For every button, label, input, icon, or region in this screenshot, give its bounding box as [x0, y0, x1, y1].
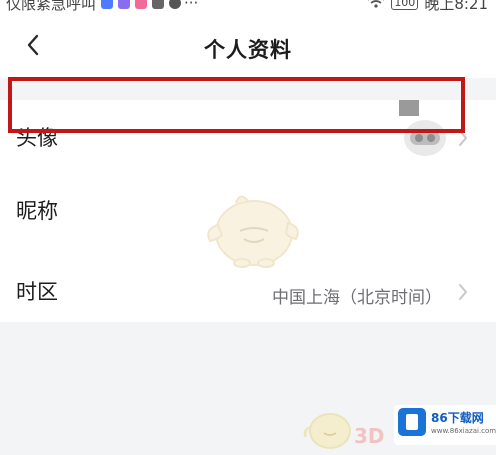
timezone-value: 中国上海（北京时间） — [272, 288, 442, 308]
status-right: 100 晚上8:21 — [367, 0, 488, 14]
emergency-call-text: 仅限紧急呼叫 — [6, 0, 97, 13]
notification-app-icon — [118, 0, 131, 9]
notification-app-icon — [135, 0, 148, 9]
wifi-icon — [367, 0, 385, 12]
notification-app-icon — [101, 0, 114, 9]
timezone-label: 时区 — [16, 280, 58, 304]
avatar-image — [410, 131, 440, 145]
watermark-mascot-icon — [207, 195, 299, 268]
clock: 晚上8:21 — [424, 0, 488, 13]
more-notifications: ··· — [184, 0, 199, 12]
wechat-icon — [169, 0, 182, 9]
nickname-highlight-box — [8, 77, 465, 133]
status-left: 仅限紧急呼叫 ··· — [6, 0, 198, 14]
site-name: 86下载网 — [431, 411, 484, 425]
site-watermark-badge: 86下载网 www.86xiazai.com — [394, 405, 496, 445]
site-logo-icon — [398, 408, 426, 436]
watermark-3d-text: 3D — [354, 424, 385, 448]
nickname-value-redacted — [399, 100, 419, 116]
status-bar: 仅限紧急呼叫 ··· 100 晚上8:21 — [0, 0, 496, 14]
page-title: 个人资料 — [204, 38, 292, 62]
notification-app-icon — [152, 0, 165, 9]
battery-icon: 100 — [391, 0, 419, 10]
header: 个人资料 — [0, 14, 496, 78]
site-url: www.86xiazai.com — [431, 427, 496, 435]
chevron-right-icon — [459, 284, 467, 300]
nickname-label: 昵称 — [16, 199, 58, 223]
watermark-mascot-small-icon — [303, 413, 351, 449]
